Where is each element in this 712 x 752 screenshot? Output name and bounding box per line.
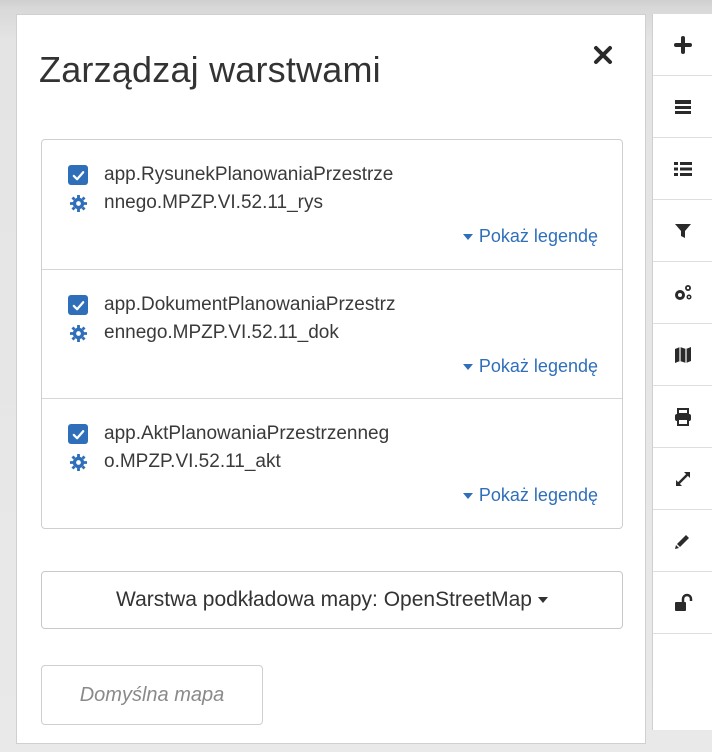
layer-visibility-checkbox[interactable]	[68, 424, 88, 444]
lock-button[interactable]	[653, 572, 712, 634]
manage-layers-panel: Zarządzaj warstwami app.RysunekPlanowani…	[16, 14, 646, 744]
show-legend-link[interactable]: Pokaż legendę	[462, 356, 598, 377]
layer-item: app.DokumentPlanowaniaPrzestrz ennego.MP…	[42, 269, 622, 398]
show-legend-link[interactable]: Pokaż legendę	[462, 485, 598, 506]
layer-item: app.RysunekPlanowaniaPrzestrze nnego.MPZ…	[42, 140, 622, 269]
caret-down-icon	[462, 233, 473, 240]
layer-name-line1: app.DokumentPlanowaniaPrzestrz	[104, 294, 396, 315]
close-button[interactable]	[589, 41, 617, 69]
show-legend-link[interactable]: Pokaż legendę	[462, 226, 598, 247]
layer-name-line2: ennego.MPZP.VI.52.11_dok	[104, 322, 339, 343]
pencil-icon	[675, 534, 689, 549]
layer-settings-button[interactable]	[68, 323, 88, 343]
list-button[interactable]	[653, 138, 712, 200]
basemap-dropdown[interactable]: Warstwa podkładowa mapy: OpenStreetMap	[41, 571, 623, 629]
checkmark-icon	[72, 300, 84, 310]
checkmark-icon	[72, 170, 84, 180]
layer-visibility-checkbox[interactable]	[68, 165, 88, 185]
print-icon	[675, 407, 691, 426]
checkmark-icon	[72, 429, 84, 439]
gear-icon	[69, 453, 87, 471]
gear-icon	[69, 194, 87, 212]
map-icon	[675, 346, 691, 363]
layer-settings-button[interactable]	[68, 193, 88, 213]
print-button[interactable]	[653, 386, 712, 448]
cogs-icon	[675, 284, 692, 300]
fullscreen-button[interactable]	[653, 448, 712, 510]
zoom-in-button[interactable]	[653, 14, 712, 76]
draw-button[interactable]	[653, 510, 712, 572]
layer-name-line1: app.AktPlanowaniaPrzestrzenneg	[104, 423, 390, 444]
basemap-label: Warstwa podkładowa mapy: OpenStreetMap	[116, 588, 532, 611]
list-icon	[674, 161, 692, 176]
default-map-button[interactable]: Domyślna mapa	[41, 665, 263, 725]
unlock-icon	[675, 593, 693, 611]
filter-button[interactable]	[653, 200, 712, 262]
layers-icon	[675, 99, 691, 114]
plus-icon	[674, 35, 692, 54]
close-icon	[594, 46, 612, 64]
filter-icon	[675, 223, 691, 238]
layers-list: app.RysunekPlanowaniaPrzestrze nnego.MPZ…	[41, 139, 623, 529]
layer-visibility-checkbox[interactable]	[68, 295, 88, 315]
caret-down-icon	[462, 363, 473, 370]
layers-button[interactable]	[653, 76, 712, 138]
layer-name-line1: app.RysunekPlanowaniaPrzestrze	[104, 164, 394, 185]
layer-item: app.AktPlanowaniaPrzestrzenneg o.MPZP.VI…	[42, 398, 622, 527]
gear-icon	[69, 324, 87, 342]
layer-name-line2: o.MPZP.VI.52.11_akt	[104, 451, 281, 472]
app-window: Zarządzaj warstwami app.RysunekPlanowani…	[0, 0, 712, 752]
map-button[interactable]	[653, 324, 712, 386]
layer-settings-button[interactable]	[68, 452, 88, 472]
expand-icon	[676, 471, 690, 486]
settings-button[interactable]	[653, 262, 712, 324]
caret-down-icon	[462, 492, 473, 499]
panel-title: Zarządzaj warstwami	[39, 49, 381, 90]
map-toolbar	[652, 14, 712, 730]
caret-down-icon	[537, 597, 548, 603]
layer-name-line2: nnego.MPZP.VI.52.11_rys	[104, 192, 323, 213]
